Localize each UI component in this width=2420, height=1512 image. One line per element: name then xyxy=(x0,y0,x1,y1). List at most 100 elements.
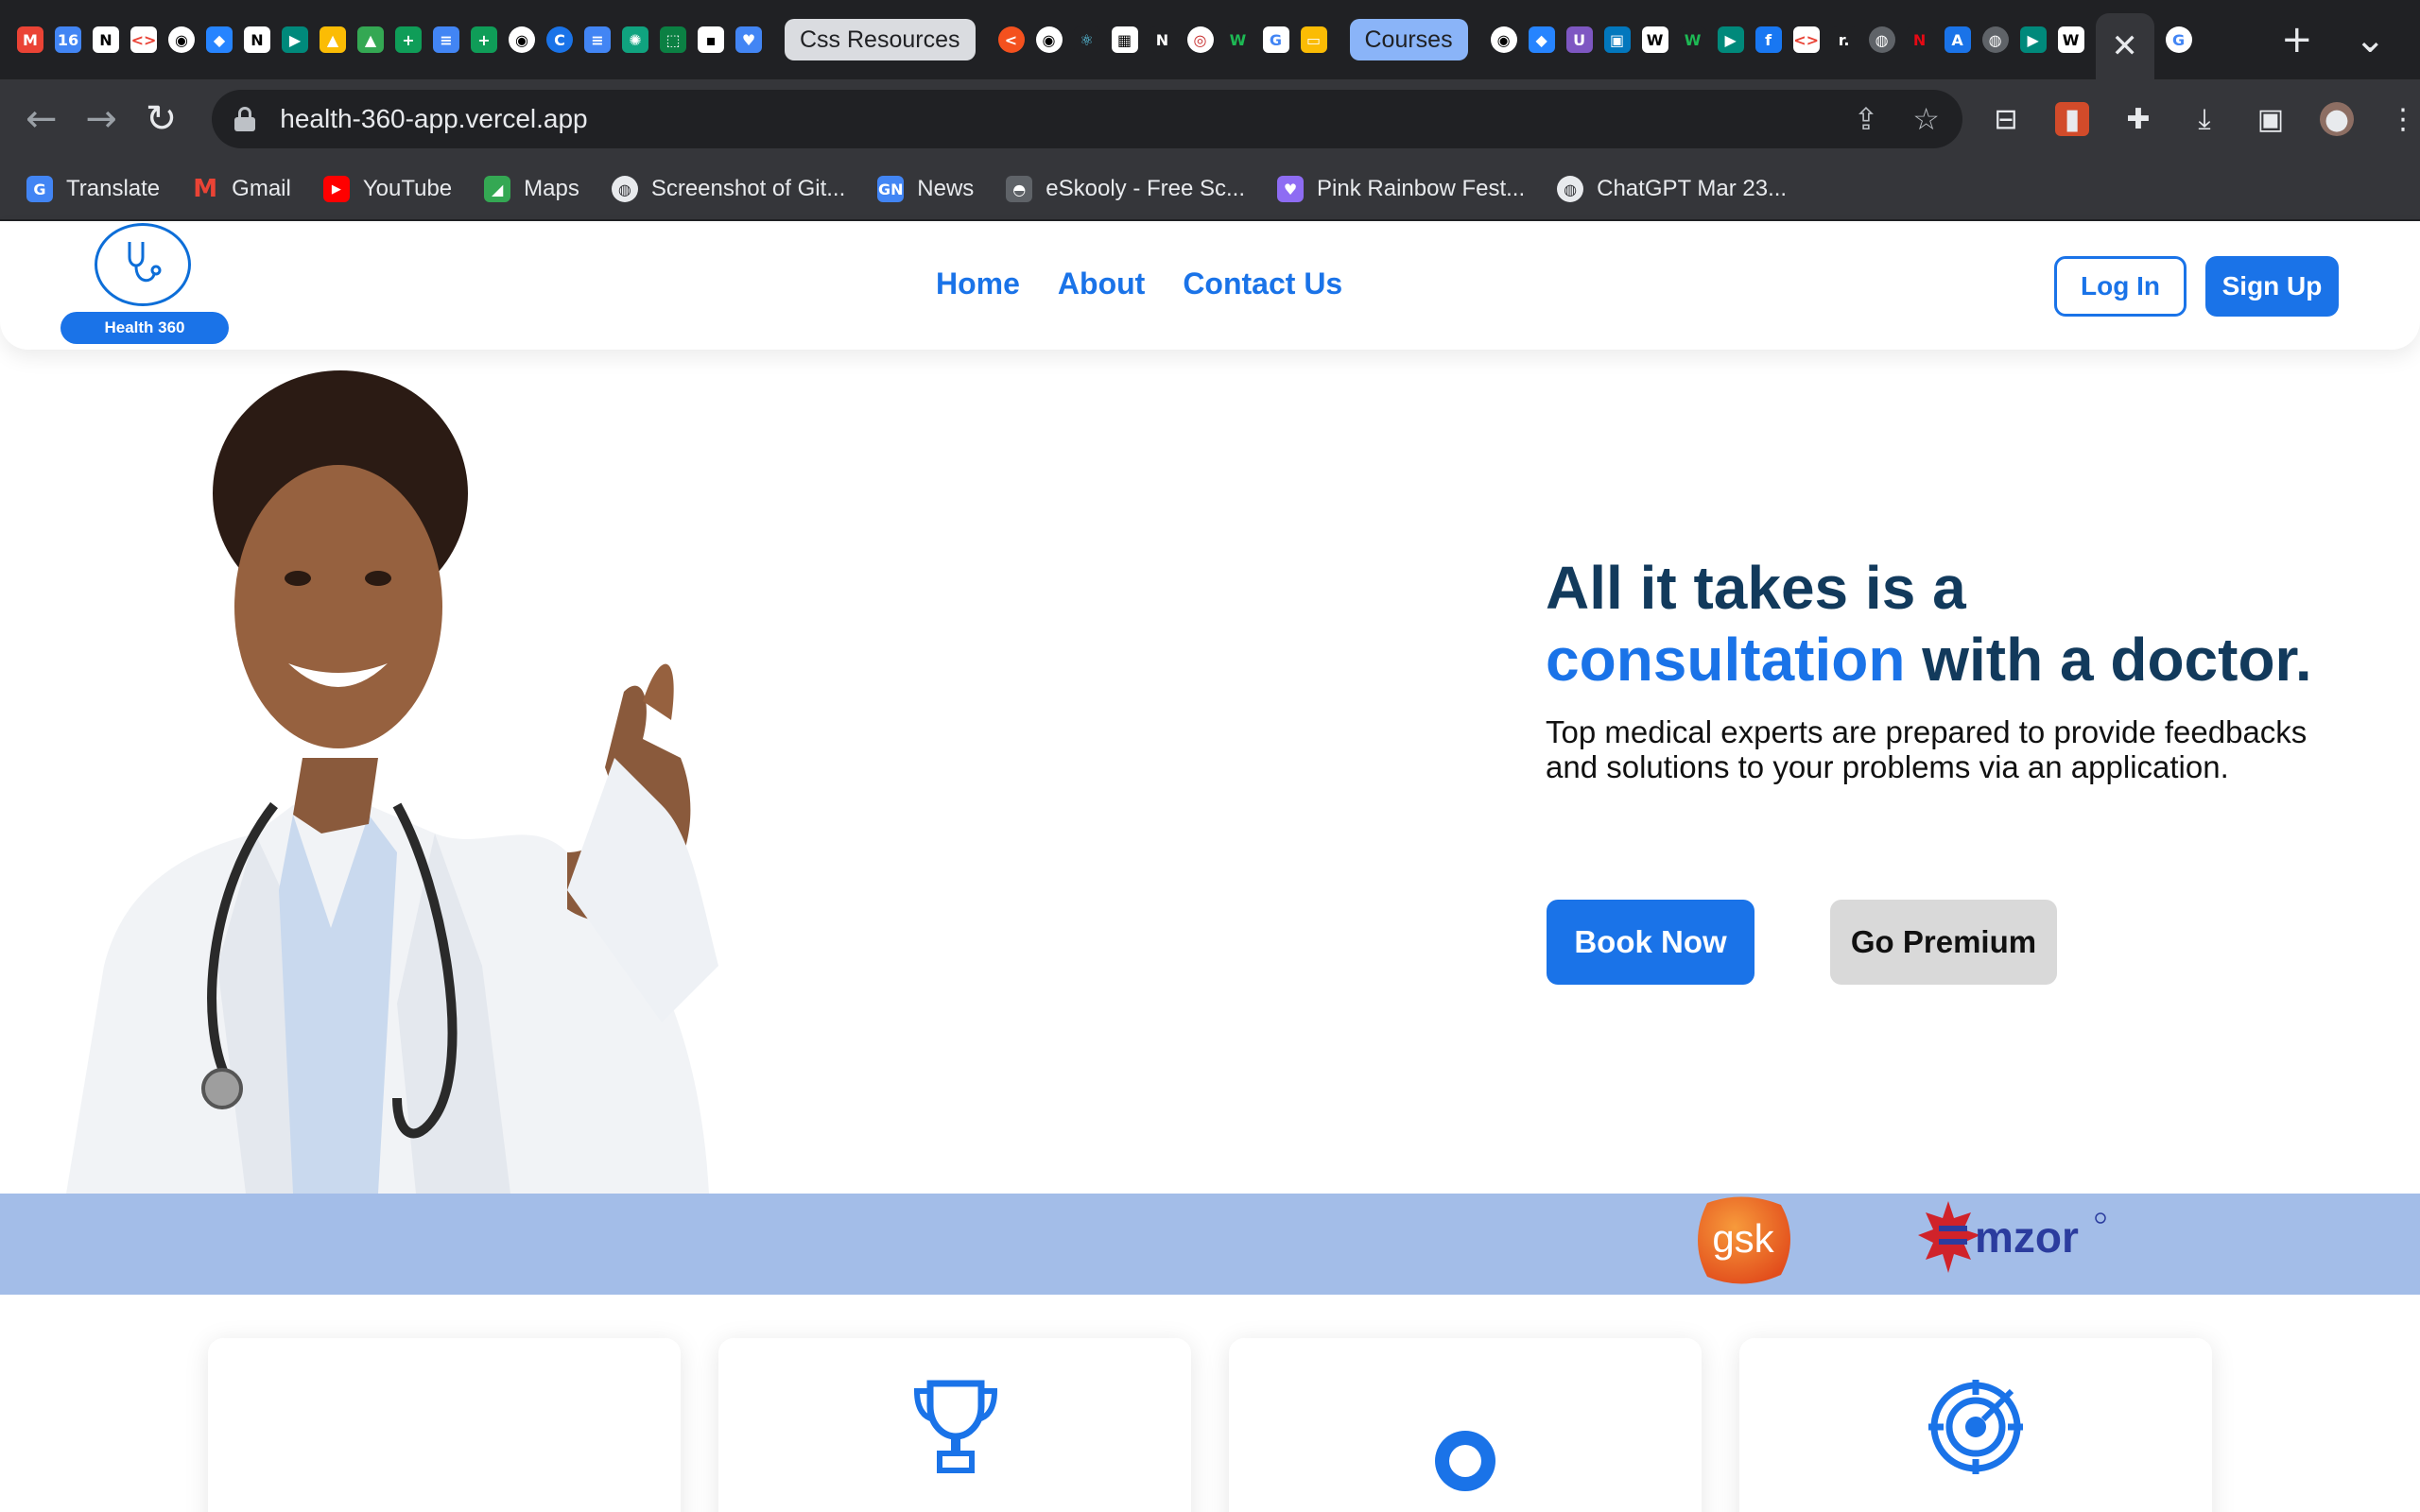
github-tab-icon[interactable]: ◉ xyxy=(509,26,535,53)
bookmark-label: Pink Rainbow Fest... xyxy=(1317,176,1526,201)
address-bar[interactable]: health-360-app.vercel.app ⇪ ☆ xyxy=(212,90,1962,148)
sheets-tab-icon[interactable]: + xyxy=(395,26,422,53)
sheets-tab-icon[interactable]: + xyxy=(471,26,497,53)
globe-tab-icon[interactable]: ◍ xyxy=(1868,26,1895,53)
slides-tab-icon[interactable]: ▭ xyxy=(1300,26,1327,53)
side-panel-icon[interactable]: ▣ xyxy=(2254,102,2288,136)
reload-icon[interactable]: ↻ xyxy=(131,89,191,149)
back-arrow-icon[interactable]: ← xyxy=(11,89,71,149)
calendar-tab-icon[interactable]: 16 xyxy=(55,26,81,53)
tab-icon[interactable]: N xyxy=(1149,26,1176,53)
openai-tab-icon[interactable]: ✺ xyxy=(622,26,648,53)
signup-button[interactable]: Sign Up xyxy=(2205,256,2339,317)
tab-icon[interactable]: W xyxy=(1224,26,1252,53)
url-text[interactable]: health-360-app.vercel.app xyxy=(280,104,1819,134)
bookmark-label: eSkooly - Free Sc... xyxy=(1046,176,1246,201)
notion-tab-icon[interactable]: N xyxy=(244,26,270,53)
partners-band: gsk mzor xyxy=(0,1194,2420,1295)
page-tab-icon[interactable]: ▪ xyxy=(698,26,724,53)
netflix-tab-icon[interactable]: N xyxy=(1906,26,1933,53)
bookmark-eskooly[interactable]: ◓ eSkooly - Free Sc... xyxy=(1006,176,1245,202)
jira-tab-icon[interactable]: ◆ xyxy=(1528,26,1555,53)
target-icon xyxy=(1928,1380,2023,1474)
smiling-doctor-image xyxy=(66,370,718,1194)
nav-contact-us[interactable]: Contact Us xyxy=(1183,266,1342,301)
kebab-menu-icon[interactable]: ⋮ xyxy=(2386,102,2420,136)
wikipedia-tab-icon[interactable]: W xyxy=(2057,26,2084,53)
nav-home[interactable]: Home xyxy=(936,266,1020,301)
gsk-logo-text: gsk xyxy=(1712,1216,1774,1261)
github-tab-icon[interactable]: ◉ xyxy=(1035,26,1063,53)
bookmark-gmail[interactable]: M Gmail xyxy=(192,175,291,203)
docs-tab-icon[interactable]: ≡ xyxy=(584,26,611,53)
notification-extension-icon[interactable]: ⊟ xyxy=(1989,102,2023,136)
bookmark-label: Maps xyxy=(524,176,579,201)
globe-tab-icon[interactable]: ◍ xyxy=(1981,26,2009,53)
bookmark-label: ChatGPT Mar 23... xyxy=(1597,176,1788,201)
tab-group-css-resources[interactable]: Css Resources xyxy=(785,19,976,60)
bookmark-maps[interactable]: ◢ Maps xyxy=(484,176,579,202)
bookmark-youtube[interactable]: ▶ YouTube xyxy=(322,176,453,202)
new-tab-button[interactable]: + xyxy=(2281,18,2313,61)
tab-strip: M 16 N <> ◉ ◆ N ▶ ▲ ▲ + ≡ + ◉ C ≡ ✺ ⬚ ▪ … xyxy=(0,0,2258,79)
book-now-button[interactable]: Book Now xyxy=(1547,900,1754,985)
c-tab-icon[interactable]: C xyxy=(546,26,573,53)
drive-tab-icon[interactable]: ▲ xyxy=(357,26,384,53)
puzzle-extensions-icon[interactable]: ✚ xyxy=(2121,102,2155,136)
facebook-tab-icon[interactable]: f xyxy=(1754,26,1782,53)
notion-tab-icon[interactable]: N xyxy=(93,26,119,53)
meet-tab-icon[interactable]: ▶ xyxy=(1717,26,1744,53)
tab-icon[interactable]: A xyxy=(1944,26,1971,53)
gmail-tab-icon[interactable]: M xyxy=(17,26,43,53)
tab-search-button[interactable]: ⌄ xyxy=(2354,18,2386,61)
active-tab-close-button[interactable]: ✕ xyxy=(2095,13,2154,79)
tab-icon[interactable]: W xyxy=(1679,26,1706,53)
screenshot-tab-icon[interactable]: ⬚ xyxy=(660,26,686,53)
feature-card xyxy=(718,1338,1191,1512)
hero-title: All it takes is a consultation with a do… xyxy=(1546,552,2359,696)
code-tab-icon[interactable]: <> xyxy=(1792,26,1820,53)
google-tab-icon[interactable]: G xyxy=(1262,26,1289,53)
tab-icon[interactable]: r. xyxy=(1830,26,1858,53)
tab-group-courses[interactable]: Courses xyxy=(1349,19,1468,60)
bookmark-translate[interactable]: G Translate xyxy=(26,176,160,202)
news-icon: GN xyxy=(877,176,905,202)
tab-icon[interactable]: < xyxy=(997,26,1025,53)
code-tab-icon[interactable]: <> xyxy=(130,26,157,53)
health-360-logo[interactable]: Health 360 xyxy=(60,223,229,344)
tab-icon[interactable]: ▦ xyxy=(1111,26,1138,53)
react-tab-icon[interactable]: ⚛ xyxy=(1073,26,1100,53)
bookmark-screenshot-of-git[interactable]: ◍ Screenshot of Git... xyxy=(611,176,845,202)
lock-icon[interactable] xyxy=(234,107,256,131)
w3-tab-icon[interactable]: W xyxy=(1641,26,1668,53)
drive-tab-icon[interactable]: ▲ xyxy=(320,26,346,53)
nav-about[interactable]: About xyxy=(1058,266,1145,301)
meet-tab-icon[interactable]: ▶ xyxy=(282,26,308,53)
bookmarks-bar: G Translate M Gmail ▶ YouTube ◢ Maps ◍ Screen… xyxy=(0,159,2420,221)
profile-avatar[interactable]: ● xyxy=(2319,102,2354,136)
tab-icon[interactable]: U xyxy=(1565,26,1593,53)
share-icon[interactable]: ⇪ xyxy=(1853,101,1878,137)
forward-arrow-icon[interactable]: → xyxy=(71,89,130,149)
meet-tab-icon[interactable]: ▶ xyxy=(2019,26,2047,53)
tab-icon[interactable]: ▣ xyxy=(1603,26,1631,53)
go-premium-button[interactable]: Go Premium xyxy=(1830,900,2057,985)
jira-tab-icon[interactable]: ◆ xyxy=(206,26,233,53)
login-button[interactable]: Log In xyxy=(2054,256,2187,317)
google-tab-icon[interactable]: G xyxy=(2165,26,2192,53)
download-icon[interactable]: ⤓ xyxy=(2187,102,2221,136)
heart-icon: ♥ xyxy=(1277,176,1305,202)
bookmark-pink-rainbow[interactable]: ♥ Pink Rainbow Fest... xyxy=(1277,176,1525,202)
bookmark-label: YouTube xyxy=(362,176,453,201)
bookmark-chatgpt[interactable]: ◍ ChatGPT Mar 23... xyxy=(1557,176,1787,202)
extensions-area: ⊟ ▮ ✚ ⤓ ▣ ● ⋮ xyxy=(1989,102,2420,136)
github-tab-icon[interactable]: ◉ xyxy=(168,26,195,53)
docs-tab-icon[interactable]: ≡ xyxy=(433,26,459,53)
tab-icon[interactable]: ◎ xyxy=(1186,26,1214,53)
github-tab-icon[interactable]: ◉ xyxy=(1490,26,1517,53)
bookmark-news[interactable]: GN News xyxy=(877,176,974,202)
heart-tab-icon[interactable]: ♥ xyxy=(735,26,762,53)
browser-toolbar: ← → ↻ health-360-app.vercel.app ⇪ ☆ ⊟ ▮ … xyxy=(0,79,2420,159)
bookmark-star-icon[interactable]: ☆ xyxy=(1912,101,1940,137)
extension-icon[interactable]: ▮ xyxy=(2054,102,2089,136)
